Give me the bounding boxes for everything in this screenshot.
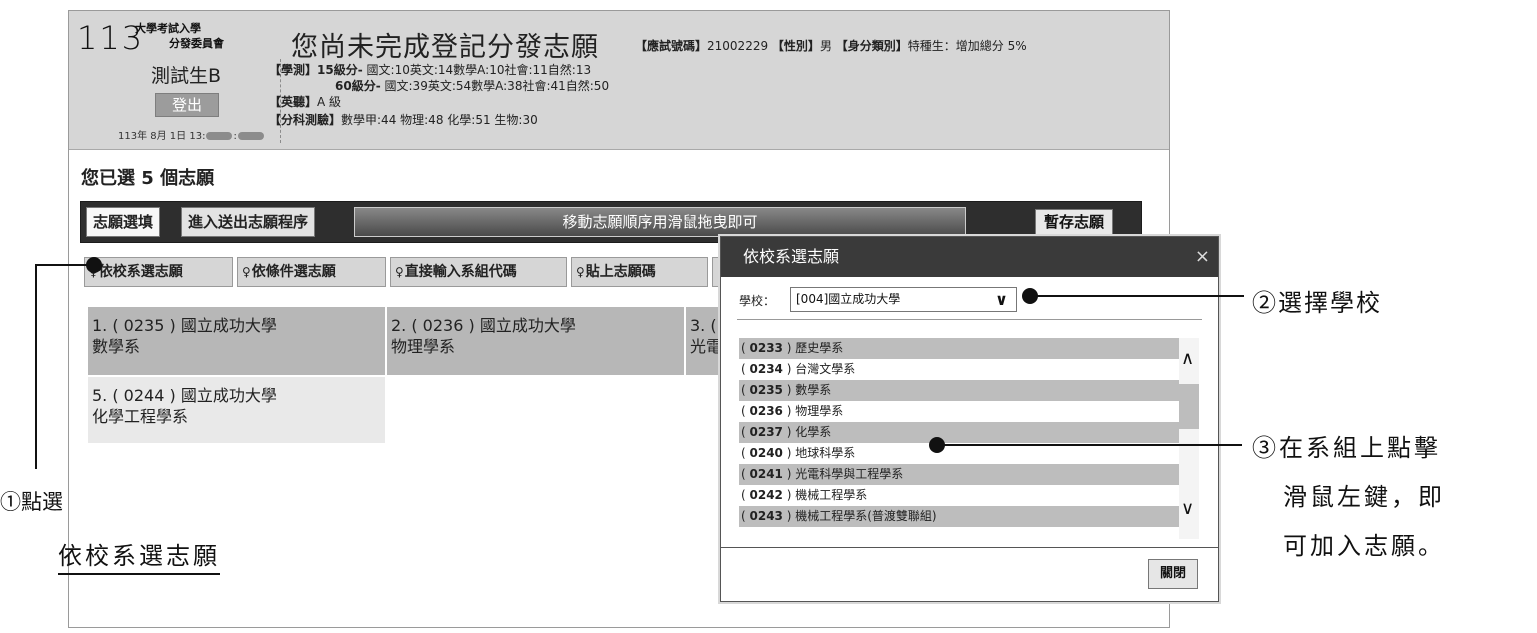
ast-scores: 【分科測驗】數學甲:44 物理:48 化學:51 生物:30 [269, 113, 538, 127]
choice-item[interactable]: 5. ( 0244 ) 國立成功大學 化學工程學系 [88, 377, 385, 443]
tab-fill-choices[interactable]: 志願選填 [86, 207, 161, 237]
choice-item[interactable]: 1. ( 0235 ) 國立成功大學 數學系 [88, 307, 385, 375]
pointer-line [1030, 295, 1244, 297]
gsat-60-scores: 60級分- 國文:39英文:54數學A:38社會:41自然:50 [335, 79, 610, 93]
school-dialog: 依校系選志願 × 學校： [004]國立成功大學 ∨ ( 0233 ) 歷史學系… [720, 236, 1219, 602]
annotation-step1-target: 依校系選志願 [58, 536, 220, 575]
page-title: 您尚未完成登記分發志願 [291, 32, 599, 63]
chevron-down-icon: ∨ [995, 290, 1008, 309]
department-item[interactable]: ( 0234 ) 台灣文學系 [739, 359, 1179, 380]
selected-count: 您已選 5 個志願 [81, 168, 215, 189]
department-item[interactable]: ( 0240 ) 地球科學系 [739, 443, 1179, 464]
department-item[interactable]: ( 0241 ) 光電科學與工程學系 [739, 464, 1179, 485]
by-school-button[interactable]: ♀依校系選志願 [84, 257, 233, 287]
annotation-step3-line2: 滑鼠左鍵，即 [1283, 483, 1445, 511]
pointer-dot [86, 257, 102, 273]
save-draft-button[interactable]: 暫存志願 [1035, 209, 1114, 235]
bulb-icon: ♀ [242, 265, 251, 279]
department-scrollbar[interactable]: ∧ ∨ [1179, 338, 1199, 539]
drag-hint: 移動志願順序用滑鼠拖曳即可 [354, 207, 966, 237]
department-item[interactable]: ( 0236 ) 物理學系 [739, 401, 1179, 422]
choice-item[interactable]: 2. ( 0236 ) 國立成功大學 物理學系 [387, 307, 684, 375]
pointer-line [35, 264, 87, 266]
chevron-up-icon[interactable]: ∧ [1181, 348, 1194, 369]
pointer-line [35, 264, 37, 469]
by-condition-button[interactable]: ♀依條件選志願 [237, 257, 386, 287]
english-listening: 【英聽】A 級 [269, 95, 342, 109]
divider [737, 319, 1202, 320]
scrollbar-thumb[interactable] [1179, 384, 1199, 429]
logo-org-line2: 分發委員會 [169, 37, 224, 50]
username: 測試生B [151, 65, 222, 87]
bulb-icon: ♀ [576, 265, 585, 279]
department-item[interactable]: ( 0243 ) 機械工程學系(普渡雙聯組) [739, 506, 1179, 527]
department-item[interactable]: ( 0237 ) 化學系 [739, 422, 1179, 443]
page-header: 113 大學考試入學 分發委員會 測試生B 登出 113年 8月 1日 13::… [69, 11, 1169, 150]
chevron-down-icon[interactable]: ∨ [1181, 498, 1194, 519]
department-item[interactable]: ( 0233 ) 歷史學系 [739, 338, 1179, 359]
department-list: ( 0233 ) 歷史學系 ( 0234 ) 台灣文學系 ( 0235 ) 數學… [739, 338, 1179, 539]
paste-code-button[interactable]: ♀貼上志願碼 [571, 257, 708, 287]
by-code-button[interactable]: ♀直接輸入系組代碼 [390, 257, 567, 287]
candidate-id-info: 【應試號碼】21002229 【性別】男 【身分類別】特種生：增加總分 5% [635, 39, 1027, 53]
annotation-step3-line3: 可加入志願。 [1283, 532, 1445, 560]
close-button[interactable]: 關閉 [1148, 559, 1198, 589]
bulb-icon: ♀ [395, 265, 404, 279]
tab-submit-choices[interactable]: 進入送出志願程序 [181, 207, 316, 237]
divider [721, 547, 1218, 548]
logo-org-line1: 大學考試入學 [135, 22, 201, 35]
department-item[interactable]: ( 0235 ) 數學系 [739, 380, 1179, 401]
school-select[interactable]: [004]國立成功大學 ∨ [790, 287, 1017, 312]
gsat-15-scores: 【學測】15級分- 國文:10英文:14數學A:10社會:11自然:13 [269, 63, 592, 77]
annotation-step1: ①點選 [0, 490, 63, 514]
pointer-line [937, 444, 1242, 446]
login-timestamp: 113年 8月 1日 13:: [118, 127, 265, 142]
dialog-title: 依校系選志願 [721, 237, 1218, 277]
annotation-step3-line1: ③在系組上點擊 [1252, 434, 1441, 462]
department-item[interactable]: ( 0242 ) 機械工程學系 [739, 485, 1179, 506]
logout-button[interactable]: 登出 [155, 93, 219, 117]
school-label: 學校： [739, 294, 776, 308]
close-icon[interactable]: × [1195, 237, 1210, 277]
annotation-step2: ②選擇學校 [1252, 289, 1382, 317]
